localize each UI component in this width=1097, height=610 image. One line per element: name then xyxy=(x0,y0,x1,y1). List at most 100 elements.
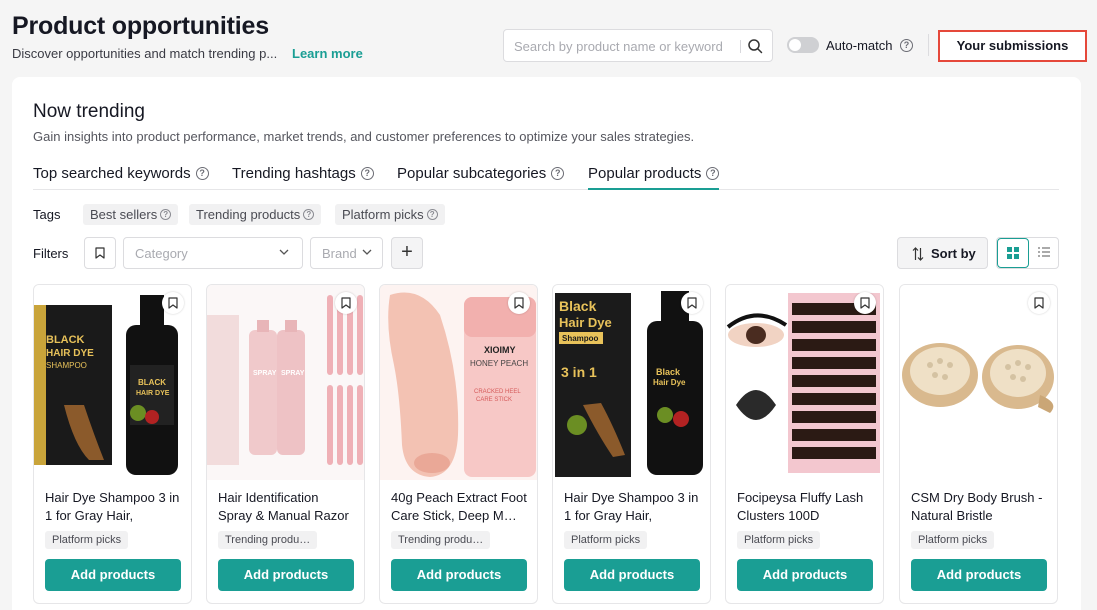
info-icon: ? xyxy=(303,209,315,221)
bookmark-button[interactable] xyxy=(335,292,357,314)
product-card[interactable]: CSM Dry Body Brush - Natural Bristle Exf… xyxy=(899,284,1058,604)
product-tag: Platform picks xyxy=(911,531,995,549)
bookmark-button[interactable] xyxy=(162,292,184,314)
product-image: Black Hair Dye Shampoo 3 in 1 Black Hair… xyxy=(553,285,710,480)
product-tag: Platform picks xyxy=(564,531,648,549)
product-image xyxy=(900,285,1057,480)
svg-text:SPRAY: SPRAY xyxy=(281,370,305,377)
product-image: XIOIMY HONEY PEACH CRACKED HEEL CARE STI… xyxy=(380,285,537,480)
product-card[interactable]: Focipeysa Fluffy Lash Clusters 100D Eyel… xyxy=(725,284,884,604)
tab-label: Top searched keywords xyxy=(33,165,191,182)
help-icon[interactable]: ? xyxy=(360,166,374,180)
add-products-button[interactable]: Add products xyxy=(564,559,700,591)
add-products-button[interactable]: Add products xyxy=(911,559,1047,591)
svg-text:Black: Black xyxy=(656,367,681,377)
grid-view-button[interactable] xyxy=(997,238,1029,268)
saved-filters-button[interactable] xyxy=(84,237,116,269)
toggle-knob xyxy=(789,39,801,51)
product-card[interactable]: Black Hair Dye Shampoo 3 in 1 Black Hair… xyxy=(552,284,711,604)
svg-text:Shampoo: Shampoo xyxy=(562,334,599,343)
bookmark-button[interactable] xyxy=(854,292,876,314)
tag-label: Best sellers xyxy=(90,207,158,222)
trending-card: Now trending Gain insights into product … xyxy=(12,77,1081,610)
header-divider xyxy=(928,34,929,56)
tag-label: Trending products xyxy=(196,207,301,222)
learn-more-link[interactable]: Learn more xyxy=(292,46,363,61)
category-select[interactable]: Category xyxy=(123,237,303,269)
search-divider xyxy=(740,40,741,53)
svg-text:HAIR DYE: HAIR DYE xyxy=(46,348,94,359)
auto-match-label: Auto-match xyxy=(826,38,893,53)
list-view-button[interactable] xyxy=(1029,238,1059,268)
sort-label: Sort by xyxy=(931,246,976,261)
svg-text:Hair Dye: Hair Dye xyxy=(559,315,612,330)
bookmark-button[interactable] xyxy=(508,292,530,314)
product-image: BLACK HAIR DYE SHAMPOO BLACK HAIR DYE xyxy=(34,285,191,480)
svg-text:SPRAY: SPRAY xyxy=(253,370,277,377)
add-filter-button[interactable]: + xyxy=(391,237,423,269)
svg-text:3 in 1: 3 in 1 xyxy=(561,364,597,380)
svg-text:BLACK: BLACK xyxy=(138,378,166,387)
product-card[interactable]: SPRAY SPRAY Hair Identification Spray & … xyxy=(206,284,365,604)
bookmark-icon xyxy=(860,297,870,309)
tab-popular-products[interactable]: Popular products? xyxy=(588,165,720,190)
product-image xyxy=(726,285,883,480)
search-input[interactable] xyxy=(514,37,730,55)
tab-label: Trending hashtags xyxy=(232,165,356,182)
section-description: Gain insights into product performance, … xyxy=(33,129,695,144)
add-products-button[interactable]: Add products xyxy=(737,559,873,591)
tab-bar: Top searched keywords? Trending hashtags… xyxy=(33,165,1059,190)
product-tag: Trending produ… xyxy=(218,531,318,549)
view-toggle xyxy=(996,237,1059,269)
tag-platform-picks[interactable]: Platform picks? xyxy=(335,204,445,225)
list-icon xyxy=(1038,247,1050,257)
product-name[interactable]: Focipeysa Fluffy Lash Clusters 100D Eyel… xyxy=(737,489,874,525)
help-icon[interactable]: ? xyxy=(551,166,565,180)
bookmark-icon xyxy=(168,297,178,309)
your-submissions-button[interactable]: Your submissions xyxy=(938,30,1087,62)
search-icon[interactable] xyxy=(747,38,763,54)
tag-best-sellers[interactable]: Best sellers? xyxy=(83,204,179,225)
sort-by-button[interactable]: Sort by xyxy=(897,237,988,269)
product-name[interactable]: CSM Dry Body Brush - Natural Bristle Exf… xyxy=(911,489,1048,525)
chevron-down-icon xyxy=(279,249,289,255)
bookmark-icon xyxy=(687,297,697,309)
brand-select[interactable]: Brand xyxy=(310,237,383,269)
product-card[interactable]: XIOIMY HONEY PEACH CRACKED HEEL CARE STI… xyxy=(379,284,538,604)
add-products-button[interactable]: Add products xyxy=(45,559,181,591)
page-title: Product opportunities xyxy=(12,12,269,40)
category-placeholder: Category xyxy=(135,246,188,261)
product-name[interactable]: Hair Dye Shampoo 3 in 1 for Gray Hair, H… xyxy=(564,489,701,525)
add-products-button[interactable]: Add products xyxy=(218,559,354,591)
info-icon: ? xyxy=(160,209,172,221)
page-subtitle: Discover opportunities and match trendin… xyxy=(12,46,278,61)
help-icon[interactable]: ? xyxy=(900,39,913,52)
svg-text:XIOIMY: XIOIMY xyxy=(484,345,516,355)
svg-text:Hair Dye: Hair Dye xyxy=(653,378,686,387)
bookmark-button[interactable] xyxy=(681,292,703,314)
search-box xyxy=(503,29,773,62)
tab-trending-hashtags[interactable]: Trending hashtags? xyxy=(232,165,374,190)
product-tag: Platform picks xyxy=(737,531,821,549)
bookmark-icon xyxy=(341,297,351,309)
help-icon[interactable]: ? xyxy=(195,166,209,180)
svg-text:CRACKED HEEL: CRACKED HEEL xyxy=(474,389,521,395)
grid-icon xyxy=(1007,247,1019,259)
add-products-button[interactable]: Add products xyxy=(391,559,527,591)
filters-label: Filters xyxy=(33,246,69,261)
tab-top-searched-keywords[interactable]: Top searched keywords? xyxy=(33,165,209,190)
section-title: Now trending xyxy=(33,101,145,122)
product-name[interactable]: Hair Dye Shampoo 3 in 1 for Gray Hair, H… xyxy=(45,489,182,525)
svg-text:HONEY PEACH: HONEY PEACH xyxy=(470,359,528,368)
bookmark-button[interactable] xyxy=(1028,292,1050,314)
product-card[interactable]: BLACK HAIR DYE SHAMPOO BLACK HAIR DYE Ha… xyxy=(33,284,192,604)
tab-popular-subcategories[interactable]: Popular subcategories? xyxy=(397,165,565,190)
product-name[interactable]: 40g Peach Extract Foot Care Stick, Deep … xyxy=(391,489,528,525)
auto-match-toggle[interactable] xyxy=(787,37,819,53)
tags-label: Tags xyxy=(33,207,61,222)
help-icon[interactable]: ? xyxy=(706,166,720,180)
product-tag: Trending produ… xyxy=(391,531,491,549)
tab-label: Popular subcategories xyxy=(397,165,547,182)
product-name[interactable]: Hair Identification Spray & Manual Razor… xyxy=(218,489,355,525)
tag-trending-products[interactable]: Trending products? xyxy=(189,204,322,225)
